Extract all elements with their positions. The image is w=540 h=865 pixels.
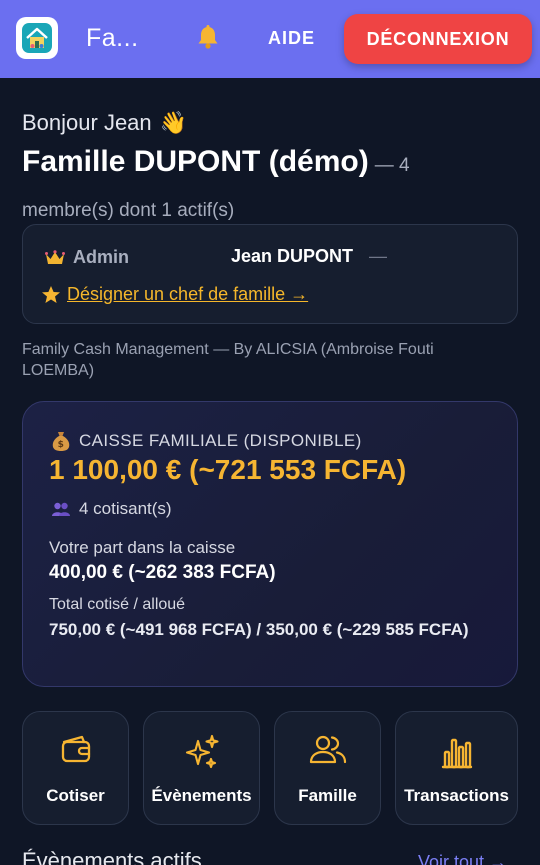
bar-chart-icon <box>439 732 475 777</box>
admin-role: Admin <box>45 247 129 268</box>
crown-icon <box>45 249 65 264</box>
see-all-events-link[interactable]: Voir tout → <box>418 852 507 865</box>
famille-label: Famille <box>298 786 357 805</box>
part-label: Votre part dans la caisse <box>49 538 236 557</box>
admin-dash: — <box>369 246 387 266</box>
bell-icon[interactable] <box>196 24 220 50</box>
caisse-card: $ CAISSE FAMILIALE (DISPONIBLE) 1 100,00… <box>22 401 518 687</box>
users-icon <box>308 732 348 773</box>
evenements-label: Évènements <box>151 786 252 805</box>
transactions-tile[interactable]: Transactions <box>395 711 518 825</box>
top-app-bar: Fa... AIDE DÉCONNEXION <box>0 0 540 78</box>
sparkles-icon <box>182 732 222 777</box>
members-count: — 4 <box>374 155 410 176</box>
family-name: Famille DUPONT (démo) <box>22 145 369 178</box>
evenements-tile[interactable]: Évènements <box>143 711 260 825</box>
family-heading: Famille DUPONT (démo) — 4 membre(s) dont … <box>22 140 522 233</box>
admin-card: Admin Jean DUPONT — Désigner un chef de … <box>22 224 518 324</box>
caisse-title: $ CAISSE FAMILIALE (DISPONIBLE) <box>51 430 362 452</box>
transactions-label: Transactions <box>404 786 509 805</box>
total-value: 750,00 € (~491 968 FCFA) / 350,00 € (~22… <box>49 620 469 639</box>
events-section-title: Évènements actifs <box>22 848 202 865</box>
cotisants-count: 4 cotisant(s) <box>51 499 172 519</box>
svg-text:$: $ <box>58 440 65 450</box>
star-icon <box>42 285 60 303</box>
greeting-text: Bonjour Jean <box>22 110 152 135</box>
app-title: Fa... <box>86 24 139 52</box>
credits-text: Family Cash Management — By ALICSIA (Amb… <box>22 341 434 379</box>
admin-role-label: Admin <box>73 247 129 267</box>
caisse-title-label: CAISSE FAMILIALE (DISPONIBLE) <box>79 431 362 450</box>
logout-button[interactable]: DÉCONNEXION <box>344 14 532 64</box>
house-icon <box>22 23 52 53</box>
app-logo[interactable] <box>16 17 58 59</box>
wave-icon: 👋 <box>159 110 188 135</box>
part-value: 400,00 € (~262 383 FCFA) <box>49 562 276 583</box>
greeting: Bonjour Jean 👋 <box>22 110 187 136</box>
help-link[interactable]: AIDE <box>268 28 315 49</box>
caisse-amount: 1 100,00 € (~721 553 FCFA) <box>49 454 407 485</box>
designate-head-label: Désigner un chef de famille → <box>67 284 309 304</box>
designate-head-link[interactable]: Désigner un chef de famille → <box>41 284 308 305</box>
cotisants-label: 4 cotisant(s) <box>79 499 172 518</box>
people-icon <box>52 502 70 516</box>
famille-tile[interactable]: Famille <box>274 711 381 825</box>
money-bag-icon: $ <box>52 432 70 451</box>
cotiser-label: Cotiser <box>46 786 105 805</box>
total-label: Total cotisé / alloué <box>49 596 186 613</box>
wallet-icon <box>58 732 94 773</box>
cotiser-tile[interactable]: Cotiser <box>22 711 129 825</box>
admin-name: Jean DUPONT <box>231 246 354 266</box>
